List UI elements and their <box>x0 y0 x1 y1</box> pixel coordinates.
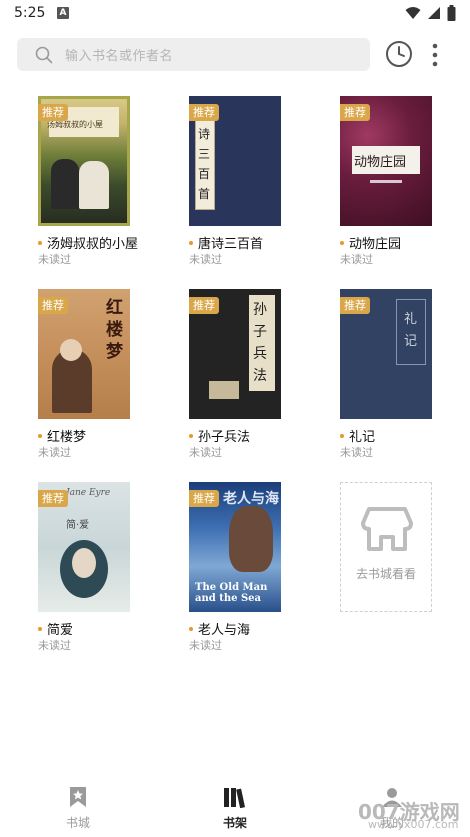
read-status: 未读过 <box>340 253 373 266</box>
recommend-badge: 推荐 <box>38 490 68 507</box>
book-title: 动物庄园 <box>340 233 470 252</box>
books-icon <box>224 788 246 809</box>
read-status: 未读过 <box>189 446 222 459</box>
cover-title: 孙子兵法 <box>253 302 267 384</box>
unread-dot <box>340 433 344 438</box>
read-status: 未读过 <box>340 446 373 459</box>
go-to-store-card[interactable]: 去书城看看 <box>340 482 432 612</box>
book-title: 简爱 <box>38 619 168 638</box>
cover-title-en: Jane Eyre <box>66 488 111 498</box>
tab-bookshelf[interactable]: 书架 <box>195 786 275 831</box>
cover-title: 动物庄园 <box>354 155 407 170</box>
read-status: 未读过 <box>38 253 71 266</box>
read-status: 未读过 <box>189 253 222 266</box>
book-title: 礼记 <box>340 426 470 445</box>
store-icon <box>361 507 413 551</box>
recommend-badge: 推荐 <box>189 297 219 314</box>
tab-store-label: 书城 <box>65 816 90 830</box>
tab-bookshelf-label: 书架 <box>222 816 247 830</box>
recommend-badge: 推荐 <box>38 297 68 314</box>
search-placeholder: 输入书名或作者名 <box>65 49 174 64</box>
go-to-store-label: 去书城看看 <box>355 567 416 581</box>
cover-title: 红楼梦 <box>106 298 123 362</box>
cover-title: 礼记 <box>404 312 418 349</box>
tab-store[interactable]: 书城 <box>38 786 118 831</box>
recommend-badge: 推荐 <box>340 104 370 121</box>
status-time: 5:25 <box>14 5 46 21</box>
unread-dot <box>189 626 193 631</box>
notification-icon: A <box>57 7 69 19</box>
unread-dot <box>38 240 42 245</box>
unread-dot <box>189 433 193 438</box>
book-title: 汤姆叔叔的小屋 <box>38 233 168 252</box>
system-icons <box>405 5 456 21</box>
read-status: 未读过 <box>189 639 222 652</box>
cover-title-en: The Old Man and the Sea <box>195 582 268 604</box>
unread-dot <box>38 626 42 631</box>
cover-title: 简·爱 <box>66 520 90 531</box>
unread-dot <box>189 240 193 245</box>
book-title: 红楼梦 <box>38 426 168 445</box>
more-menu-icon[interactable] <box>428 42 442 68</box>
recommend-badge: 推荐 <box>38 104 68 121</box>
watermark-url: www.yx007.com <box>368 818 459 831</box>
battery-icon <box>447 5 456 21</box>
recommend-badge: 推荐 <box>189 490 219 507</box>
search-input[interactable]: 输入书名或作者名 <box>17 38 370 71</box>
book-title: 孙子兵法 <box>189 426 319 445</box>
signal-icon <box>428 7 440 19</box>
read-status: 未读过 <box>38 446 71 459</box>
recommend-badge: 推荐 <box>189 104 219 121</box>
bookmark-star-icon <box>70 787 86 807</box>
book-title: 老人与海 <box>189 619 319 638</box>
cover-title: 诗三百首 <box>198 127 211 201</box>
unread-dot <box>38 433 42 438</box>
read-status: 未读过 <box>38 639 71 652</box>
wifi-icon <box>405 7 421 19</box>
status-bar: 5:25 A <box>0 0 470 28</box>
cover-title: 老人与海 <box>223 491 279 507</box>
search-icon <box>35 46 53 64</box>
history-clock-icon[interactable] <box>385 40 413 68</box>
book-title: 唐诗三百首 <box>189 233 319 252</box>
unread-dot <box>340 240 344 245</box>
recommend-badge: 推荐 <box>340 297 370 314</box>
